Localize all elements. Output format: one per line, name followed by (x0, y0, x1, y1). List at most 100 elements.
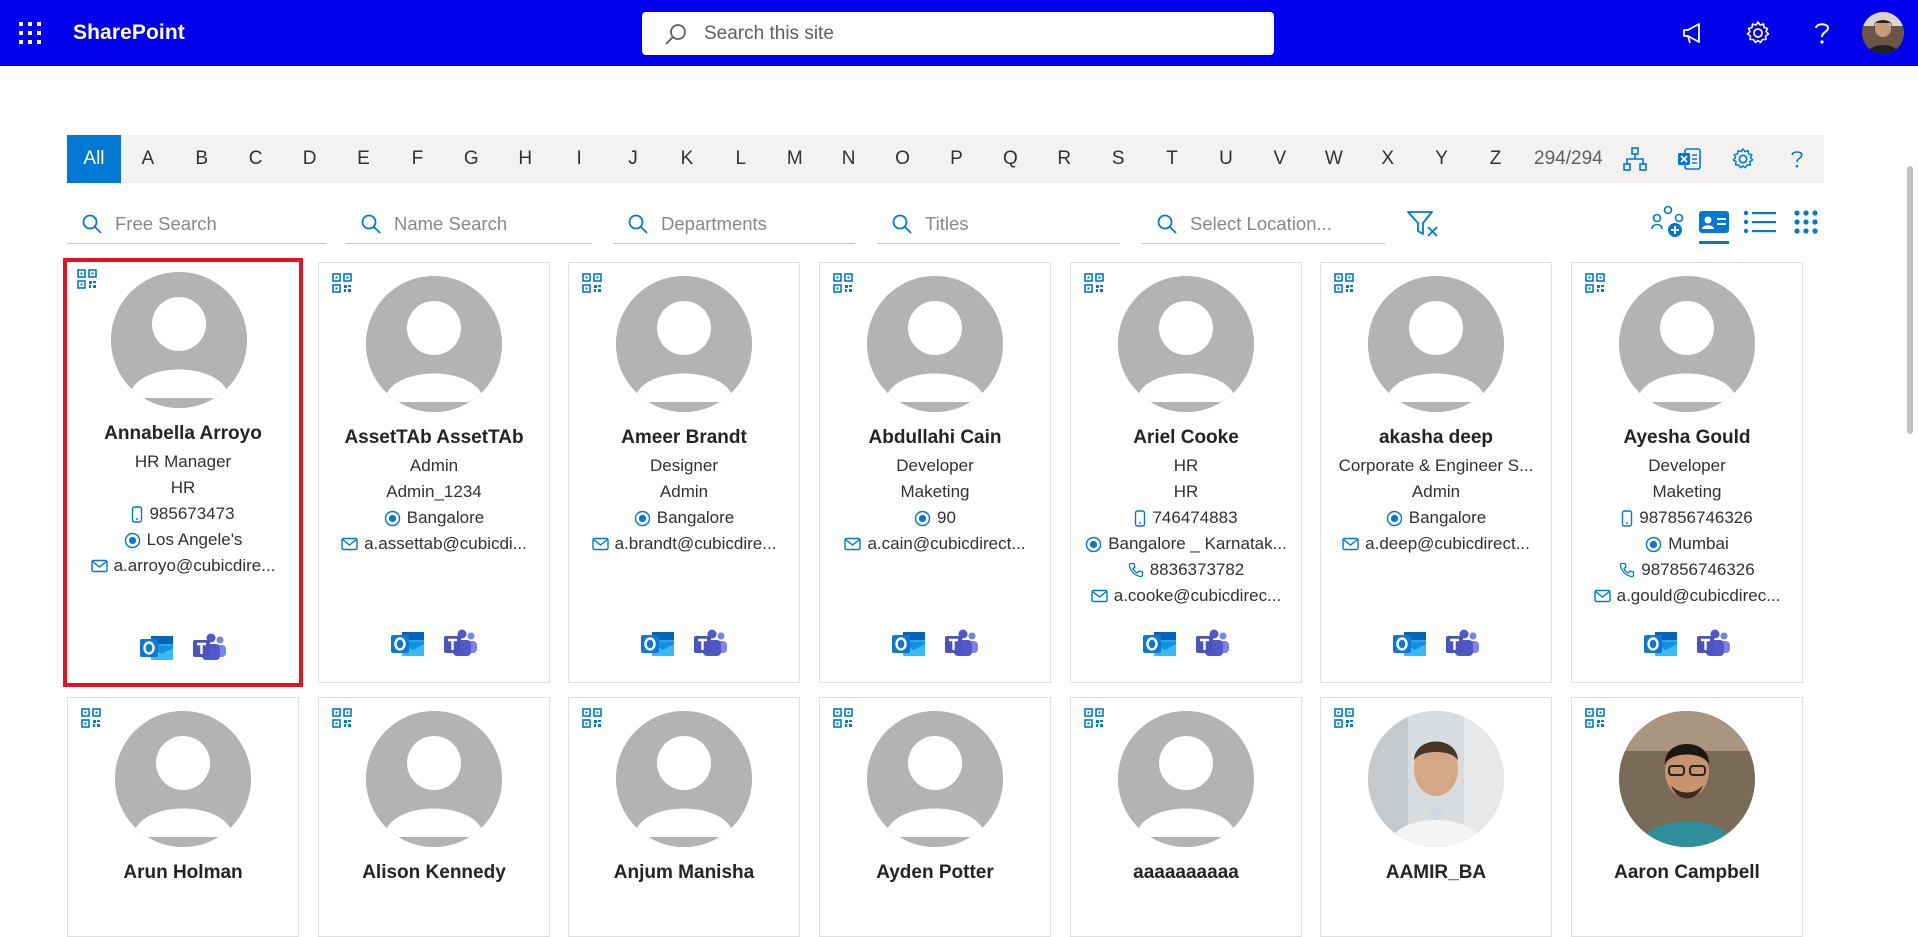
person-card[interactable]: Ariel Cooke HR HR 746474883 Bangalore _ Karn… (1070, 262, 1302, 683)
profile-photo[interactable] (1619, 711, 1755, 847)
email-link[interactable]: a.gould@cubicdirec... (1572, 583, 1802, 609)
titles-filter-input[interactable]: Titles (877, 204, 1120, 244)
letter-filter-q[interactable]: Q (983, 135, 1037, 183)
email-link[interactable]: a.assettab@cubicdi... (319, 531, 549, 557)
person-card[interactable]: Alison Kennedy (318, 697, 550, 937)
letter-filter-c[interactable]: C (229, 135, 283, 183)
letter-filter-w[interactable]: W (1307, 135, 1361, 183)
teams-button[interactable] (191, 632, 227, 664)
letter-filter-t[interactable]: T (1145, 135, 1199, 183)
letter-filter-m[interactable]: M (768, 135, 822, 183)
profile-photo[interactable] (616, 276, 752, 412)
qr-code-button[interactable] (1334, 708, 1354, 728)
outlook-button[interactable] (1643, 628, 1679, 660)
letter-filter-y[interactable]: Y (1415, 135, 1469, 183)
letter-filter-d[interactable]: D (283, 135, 337, 183)
directory-help-button[interactable] (1770, 135, 1824, 183)
person-card[interactable]: AssetTAb AssetTAb Admin Admin_1234 Bangalor… (318, 262, 550, 683)
email-link[interactable]: a.brandt@cubicdire... (569, 531, 799, 557)
person-card[interactable]: Arun Holman (67, 697, 299, 937)
grid-view-button[interactable] (1783, 200, 1829, 244)
qr-code-button[interactable] (833, 273, 853, 293)
outlook-button[interactable] (640, 628, 676, 660)
letter-filter-x[interactable]: X (1361, 135, 1415, 183)
list-view-button[interactable] (1737, 200, 1783, 244)
card-view-button[interactable] (1691, 200, 1737, 244)
email-link[interactable]: a.cain@cubicdirect... (820, 531, 1050, 557)
person-card[interactable]: Abdullahi Cain Developer Maketing 90 a.cain@… (819, 262, 1051, 683)
profile-photo[interactable] (111, 272, 247, 408)
outlook-button[interactable] (891, 628, 927, 660)
qr-code-button[interactable] (582, 708, 602, 728)
profile-photo[interactable] (1368, 276, 1504, 412)
name-search-input[interactable]: Name Search (346, 204, 592, 244)
person-card[interactable]: AAMIR_BA (1320, 697, 1552, 937)
site-search-input[interactable]: Search this site (642, 12, 1274, 55)
clear-filters-button[interactable] (1403, 204, 1443, 244)
letter-filter-b[interactable]: B (175, 135, 229, 183)
work-phone[interactable]: 8836373782 (1071, 557, 1301, 583)
teams-button[interactable] (943, 628, 979, 660)
departments-filter-input[interactable]: Departments (613, 204, 855, 244)
directory-settings-button[interactable] (1716, 135, 1770, 183)
qr-code-button[interactable] (1084, 708, 1104, 728)
profile-photo[interactable] (115, 711, 251, 847)
letter-filter-j[interactable]: J (606, 135, 660, 183)
letter-filter-h[interactable]: H (498, 135, 552, 183)
mobile-number[interactable]: 746474883 (1071, 505, 1301, 531)
qr-code-button[interactable] (1585, 273, 1605, 293)
location-filter-input[interactable]: Select Location... (1142, 204, 1385, 244)
letter-filter-e[interactable]: E (337, 135, 391, 183)
help-button[interactable] (1790, 0, 1854, 66)
profile-photo[interactable] (867, 276, 1003, 412)
settings-button[interactable] (1726, 0, 1790, 66)
qr-code-button[interactable] (332, 273, 352, 293)
app-launcher-button[interactable] (0, 0, 60, 66)
person-card[interactable]: Ayesha Gould Developer Maketing 98785674632… (1571, 262, 1803, 683)
letter-filter-o[interactable]: O (876, 135, 930, 183)
work-phone[interactable]: 987856746326 (1572, 557, 1802, 583)
person-card[interactable]: Anjum Manisha (568, 697, 800, 937)
profile-photo[interactable] (1118, 711, 1254, 847)
person-card[interactable]: Ameer Brandt Designer Admin Bangalore a.bran… (568, 262, 800, 683)
letter-filter-g[interactable]: G (444, 135, 498, 183)
qr-code-button[interactable] (833, 708, 853, 728)
letter-filter-z[interactable]: Z (1469, 135, 1523, 183)
qr-code-button[interactable] (1585, 708, 1605, 728)
outlook-button[interactable] (390, 628, 426, 660)
teams-button[interactable] (1695, 628, 1731, 660)
qr-code-button[interactable] (582, 273, 602, 293)
email-link[interactable]: a.arroyo@cubicdire... (67, 553, 299, 579)
person-card[interactable]: Aaron Campbell (1571, 697, 1803, 937)
letter-filter-v[interactable]: V (1253, 135, 1307, 183)
brand-title[interactable]: SharePoint (73, 21, 185, 45)
outlook-button[interactable] (139, 632, 175, 664)
profile-photo[interactable] (366, 711, 502, 847)
person-card[interactable]: akasha deep Corporate & Engineer S... Admi… (1320, 262, 1552, 683)
letter-filter-n[interactable]: N (822, 135, 876, 183)
profile-photo[interactable] (867, 711, 1003, 847)
qr-code-button[interactable] (332, 708, 352, 728)
letter-filter-f[interactable]: F (390, 135, 444, 183)
profile-photo[interactable] (1118, 276, 1254, 412)
feedback-button[interactable] (1662, 0, 1726, 66)
qr-code-button[interactable] (1334, 273, 1354, 293)
mobile-number[interactable]: 985673473 (67, 501, 299, 527)
teams-button[interactable] (1194, 628, 1230, 660)
email-link[interactable]: a.cooke@cubicdirec... (1071, 583, 1301, 609)
qr-code-button[interactable] (1084, 273, 1104, 293)
scrollbar-thumb[interactable] (1907, 166, 1913, 434)
outlook-button[interactable] (1142, 628, 1178, 660)
email-link[interactable]: a.deep@cubicdirect... (1321, 531, 1551, 557)
vertical-scrollbar[interactable] (1902, 66, 1918, 876)
letter-filter-u[interactable]: U (1199, 135, 1253, 183)
export-excel-button[interactable] (1662, 135, 1716, 183)
letter-filter-s[interactable]: S (1091, 135, 1145, 183)
letter-filter-a[interactable]: A (121, 135, 175, 183)
mobile-number[interactable]: 987856746326 (1572, 505, 1802, 531)
org-chart-button[interactable] (1608, 135, 1662, 183)
person-card[interactable]: aaaaaaaaaa (1070, 697, 1302, 937)
qr-code-button[interactable] (77, 269, 97, 289)
org-add-view-button[interactable] (1645, 200, 1691, 244)
letter-filter-k[interactable]: K (660, 135, 714, 183)
